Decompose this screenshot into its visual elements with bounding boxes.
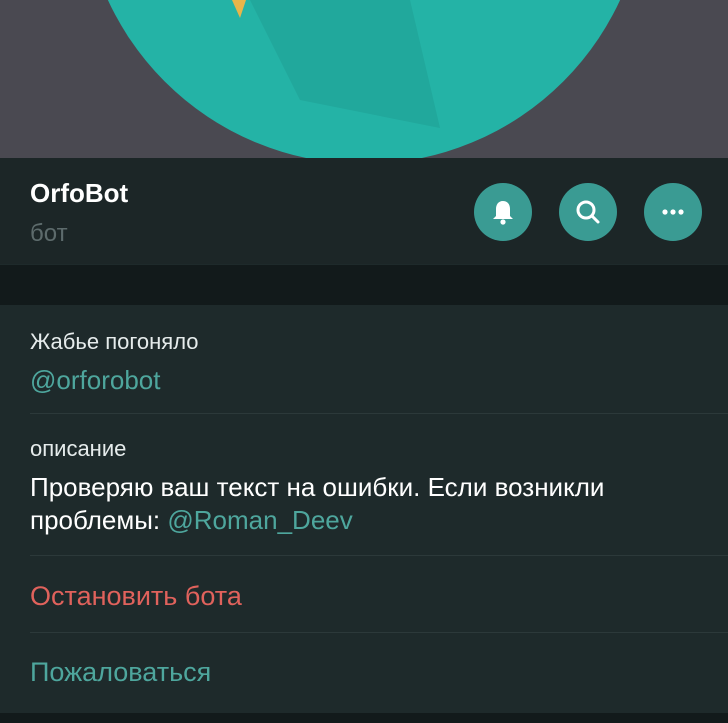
profile-header: OrfoBot бот [0,158,728,264]
search-button[interactable] [559,183,617,241]
more-icon [662,209,684,215]
divider [30,555,728,556]
info-section: Жабье погоняло @orforobot описание Прове… [0,305,728,713]
profile-photo[interactable] [0,0,728,158]
divider [30,632,728,633]
description-label: описание [30,436,127,461]
divider [30,413,728,414]
description-text: Проверяю ваш текст на ошибки. Если возни… [30,471,710,537]
mute-button[interactable] [474,183,532,241]
username-link[interactable]: @orforobot [30,365,160,396]
section-gap [0,265,728,305]
bot-subtitle: бот [30,220,68,247]
more-button[interactable] [644,183,702,241]
search-icon [576,200,600,224]
username-label: Жабье погоняло [30,329,199,354]
bot-name: OrfoBot [30,178,129,208]
bottom-gap [0,713,728,723]
bot-avatar-image [0,0,728,158]
report-button[interactable]: Пожаловаться [30,657,211,688]
stop-bot-button[interactable]: Остановить бота [30,581,242,612]
bell-icon [493,201,513,225]
mention-link[interactable]: @Roman_Deev [167,505,352,535]
